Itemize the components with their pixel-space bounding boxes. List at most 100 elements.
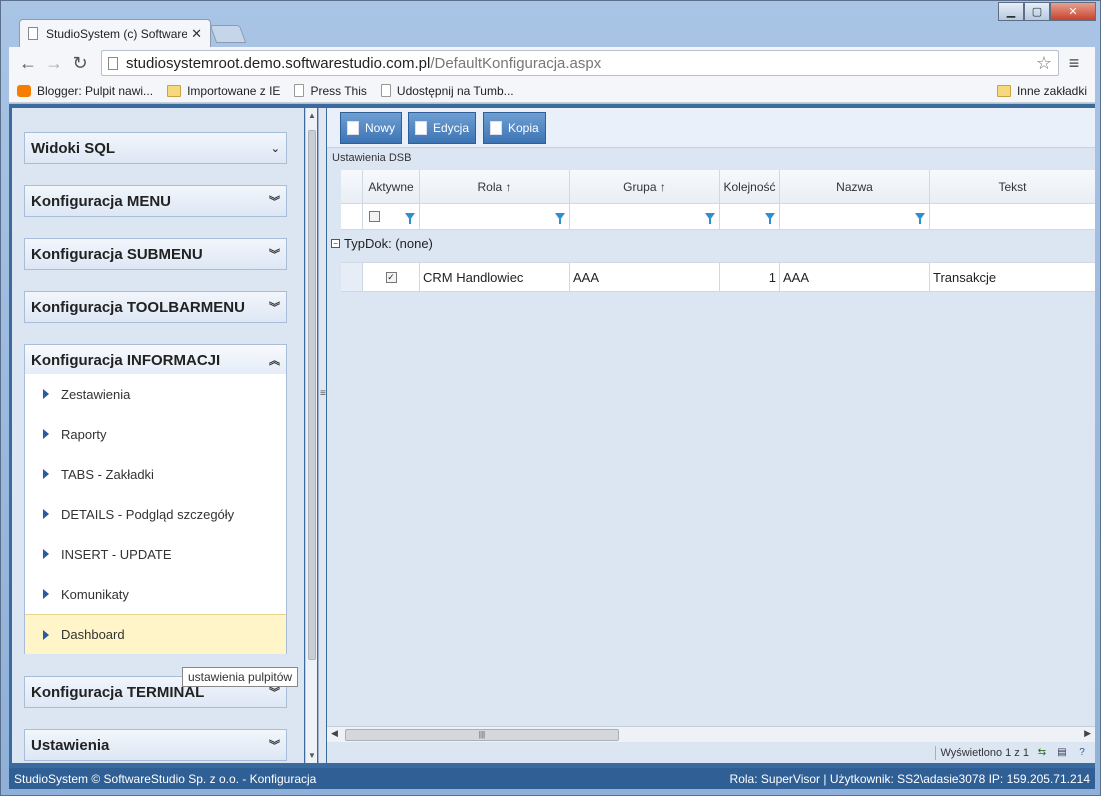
browser-window: StudioSystem (c) Software ✕ ▁ ▢ ✕ ← → ↻ … [0, 0, 1101, 796]
triangle-right-icon [43, 549, 49, 559]
sidebar-item-komunikaty[interactable]: Komunikaty [25, 574, 286, 614]
app-area: Widoki SQL ⌄ Konfiguracja MENU ︾ Konfigura… [9, 104, 1095, 789]
bookmark-press-this[interactable]: Press This [294, 83, 367, 98]
filter-kolejnosc[interactable] [720, 204, 780, 229]
group-row[interactable]: − TypDok: (none) [331, 236, 433, 251]
grid-horizontal-scrollbar[interactable]: ◀ ||| ▶ [327, 726, 1095, 742]
filter-rola[interactable] [420, 204, 570, 229]
table-row[interactable]: ✓ CRM Handlowiec AAA 1 AAA Transakcje [341, 262, 1095, 292]
scroll-down-icon[interactable]: ▼ [308, 751, 316, 760]
filter-tekst[interactable] [930, 204, 1095, 229]
cell-aktywne: ✓ [363, 263, 420, 291]
scroll-right-icon[interactable]: ▶ [1084, 728, 1091, 739]
filter-grupa[interactable] [570, 204, 720, 229]
scroll-up-icon[interactable]: ▲ [308, 111, 316, 120]
triangle-right-icon [43, 509, 49, 519]
triangle-right-icon [43, 589, 49, 599]
sidebar-item-label: Dashboard [61, 627, 125, 642]
bookmark-blogger[interactable]: Blogger: Pulpit nawi... [17, 84, 153, 98]
refresh-icon[interactable]: ⇆ [1035, 747, 1049, 759]
section-label: Konfiguracja INFORMACJI [31, 351, 221, 369]
new-tab-button[interactable] [209, 25, 247, 43]
hamburger-menu-icon[interactable]: ≡ [1059, 53, 1089, 74]
filter-icon[interactable] [555, 213, 565, 224]
sidebar-scrollbar[interactable]: ▲ ▼ [305, 108, 317, 763]
button-label: Kopia [508, 121, 539, 135]
bookmarks-bar: Blogger: Pulpit nawi... Importowane z IE… [9, 79, 1095, 103]
grip-icon: ≡ [320, 388, 326, 399]
bookmark-star-icon[interactable]: ☆ [1036, 53, 1052, 74]
sidebar-item-tabs[interactable]: TABS - Zakładki [25, 454, 286, 494]
sidebar-item-details[interactable]: DETAILS - Podgląd szczegóły [25, 494, 286, 534]
filter-icon[interactable] [705, 213, 715, 224]
filter-icon[interactable] [915, 213, 925, 224]
minimize-button[interactable]: ▁ [998, 2, 1024, 21]
new-button[interactable]: Nowy [340, 112, 403, 144]
column-header-aktywne[interactable]: Aktywne [363, 170, 420, 203]
status-bar: StudioSystem © SoftwareStudio Sp. z o.o.… [9, 768, 1095, 789]
new-document-icon [347, 121, 359, 135]
filter-nazwa[interactable] [780, 204, 930, 229]
column-header-tekst[interactable]: Tekst [930, 170, 1095, 203]
scroll-left-icon[interactable]: ◀ [331, 728, 338, 739]
browser-tab[interactable]: StudioSystem (c) Software ✕ [19, 19, 211, 47]
row-indicator [341, 263, 363, 291]
section-label: Widoki SQL [31, 139, 116, 157]
address-bar[interactable]: studiosystemroot.demo.softwarestudio.com… [101, 50, 1059, 76]
sidebar-item-raporty[interactable]: Raporty [25, 414, 286, 454]
section-konfiguracja-submenu[interactable]: Konfiguracja SUBMENU ︾ [24, 238, 287, 270]
back-arrow-icon[interactable]: ← [15, 53, 41, 74]
export-icon[interactable]: ▤ [1055, 747, 1069, 759]
copy-button[interactable]: Kopia [483, 112, 546, 144]
sidebar-item-label: INSERT - UPDATE [61, 546, 172, 562]
triangle-right-icon [43, 429, 49, 439]
filter-checkbox[interactable] [369, 211, 380, 222]
forward-arrow-icon[interactable]: → [41, 53, 67, 74]
column-header-kolejnosc[interactable]: Kolejność [720, 170, 780, 203]
scrollbar-thumb[interactable] [308, 130, 316, 660]
filter-aktywne [363, 204, 420, 229]
bookmark-label: Press This [310, 83, 367, 98]
url-host: studiosystemroot.demo.softwarestudio.com… [126, 54, 431, 72]
maximize-button[interactable]: ▢ [1024, 2, 1050, 21]
collapse-icon[interactable]: − [331, 239, 340, 248]
row-indicator-filter [341, 204, 363, 229]
triangle-right-icon [43, 469, 49, 479]
column-header-rola[interactable]: Rola ↑ [420, 170, 570, 203]
double-chevron-down-icon: ︾ [269, 740, 280, 752]
tab-title: StudioSystem (c) Software [46, 26, 188, 41]
chevron-down-icon: ⌄ [270, 142, 280, 155]
group-label: TypDok: (none) [344, 236, 433, 251]
filter-icon[interactable] [405, 213, 415, 224]
sidebar-item-dashboard[interactable]: Dashboard [25, 614, 286, 654]
row-indicator-header [341, 170, 363, 203]
sidebar-item-zestawienia[interactable]: Zestawienia [25, 374, 286, 414]
other-bookmarks[interactable]: Inne zakładki [996, 84, 1087, 98]
section-ustawienia[interactable]: Ustawienia ︾ [24, 729, 287, 761]
panel-splitter[interactable]: ≡ [318, 108, 326, 763]
reload-icon[interactable]: ↻ [67, 53, 93, 74]
sidebar-item-label: DETAILS - Podgląd szczegóły [61, 506, 235, 522]
filter-icon[interactable] [765, 213, 775, 224]
section-widoki-sql[interactable]: Widoki SQL ⌄ [24, 132, 287, 164]
sidebar-item-insert-update[interactable]: INSERT - UPDATE [25, 534, 286, 574]
close-window-button[interactable]: ✕ [1050, 2, 1096, 21]
close-tab-icon[interactable]: ✕ [191, 26, 202, 42]
grid-pager: Wyświetlono 1 z 1 ⇆ ▤ ? [327, 742, 1095, 763]
section-label: Ustawienia [31, 736, 110, 754]
button-label: Nowy [365, 121, 396, 135]
grid-header-row: Aktywne Rola ↑ Grupa ↑ Kolejność Nazwa T… [341, 170, 1095, 204]
column-header-grupa[interactable]: Grupa ↑ [570, 170, 720, 203]
bookmark-tumblr[interactable]: Udostępnij na Tumb... [380, 84, 514, 98]
section-konfiguracja-menu[interactable]: Konfiguracja MENU ︾ [24, 185, 287, 217]
url-path: /DefaultKonfiguracja.aspx [430, 54, 602, 72]
column-header-nazwa[interactable]: Nazwa [780, 170, 930, 203]
active-checkbox[interactable]: ✓ [385, 271, 397, 283]
help-icon[interactable]: ? [1075, 747, 1089, 759]
double-chevron-down-icon: ︾ [269, 249, 280, 261]
section-konfiguracja-informacji[interactable]: Konfiguracja INFORMACJI ︽ [24, 344, 287, 376]
bookmark-folder-ie[interactable]: Importowane z IE [167, 84, 280, 98]
section-konfiguracja-toolbarmenu[interactable]: Konfiguracja TOOLBARMENU ︾ [24, 291, 287, 323]
scrollbar-thumb[interactable]: ||| [345, 729, 619, 741]
edit-button[interactable]: Edycja [408, 112, 477, 144]
